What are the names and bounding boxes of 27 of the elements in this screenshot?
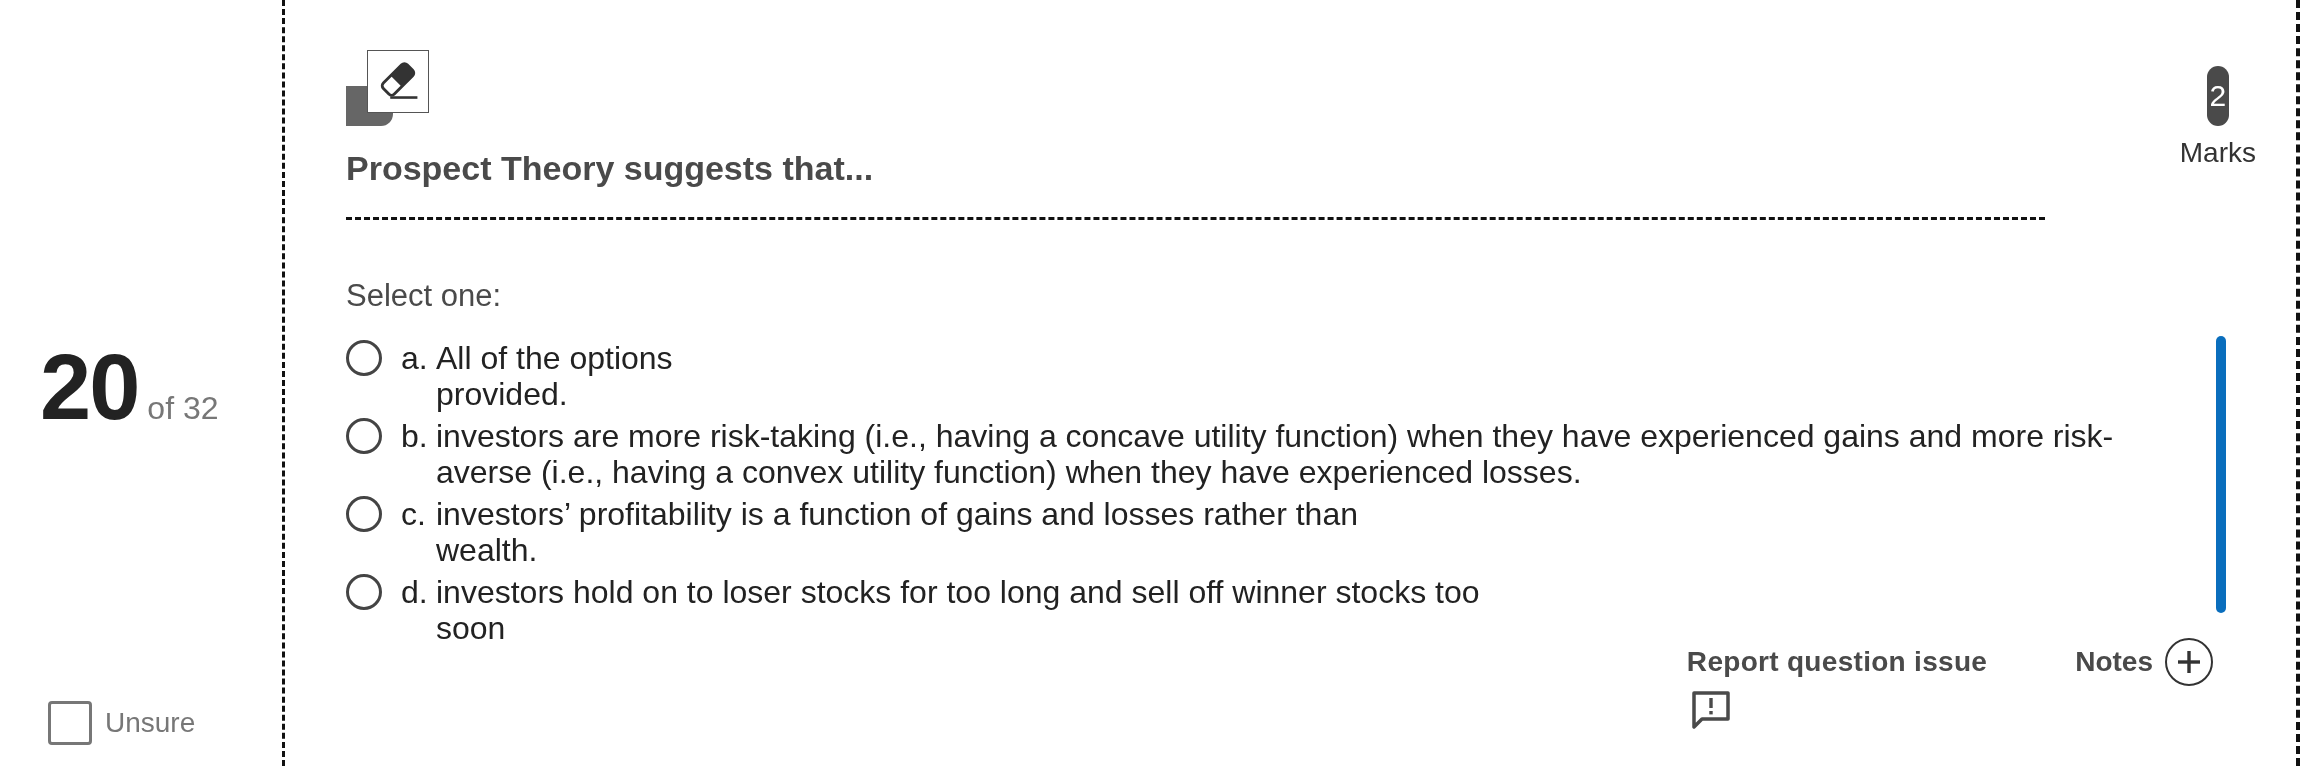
unsure-label[interactable]: Unsure: [105, 707, 196, 739]
option-text[interactable]: investors are more risk-taking (i.e., having a concave utility function) when they have experienced gains and more risk-averse (i.e., having a convex utility function) when they have experienced losses.: [436, 418, 2156, 490]
speech-bubble-exclamation-icon: [1690, 690, 1731, 730]
report-issue-button[interactable]: Report question issue: [1686, 646, 1988, 730]
radio-button[interactable]: [346, 574, 382, 610]
eraser-button[interactable]: [346, 50, 429, 126]
plus-icon: [2177, 650, 2201, 674]
option-text[interactable]: All of the options provided.: [436, 340, 706, 412]
question-title: Prospect Theory suggests that...: [346, 148, 874, 188]
radio-button[interactable]: [346, 340, 382, 376]
question-number: 20: [40, 342, 139, 432]
question-total: of 32: [147, 390, 219, 426]
unsure-checkbox[interactable]: [48, 701, 92, 745]
radio-button[interactable]: [346, 418, 382, 454]
scrollbar[interactable]: [2216, 336, 2226, 613]
add-note-button[interactable]: [2165, 638, 2213, 686]
marks-label: Marks: [2179, 137, 2256, 169]
notes-label: Notes: [2075, 646, 2153, 678]
option-text[interactable]: investors hold on to loser stocks for too long and sell off winner stocks too soon: [436, 574, 1536, 646]
radio-button[interactable]: [346, 496, 382, 532]
option-letter: d.: [401, 574, 429, 610]
select-prompt: Select one:: [346, 278, 502, 314]
marks-badge: 2: [2206, 66, 2229, 126]
option-text[interactable]: investors’ profitability is a function of gains and losses rather than wealth.: [436, 496, 1406, 568]
option-letter: b.: [401, 418, 429, 454]
option-letter: c.: [401, 496, 427, 532]
option-letter: a.: [401, 340, 429, 376]
